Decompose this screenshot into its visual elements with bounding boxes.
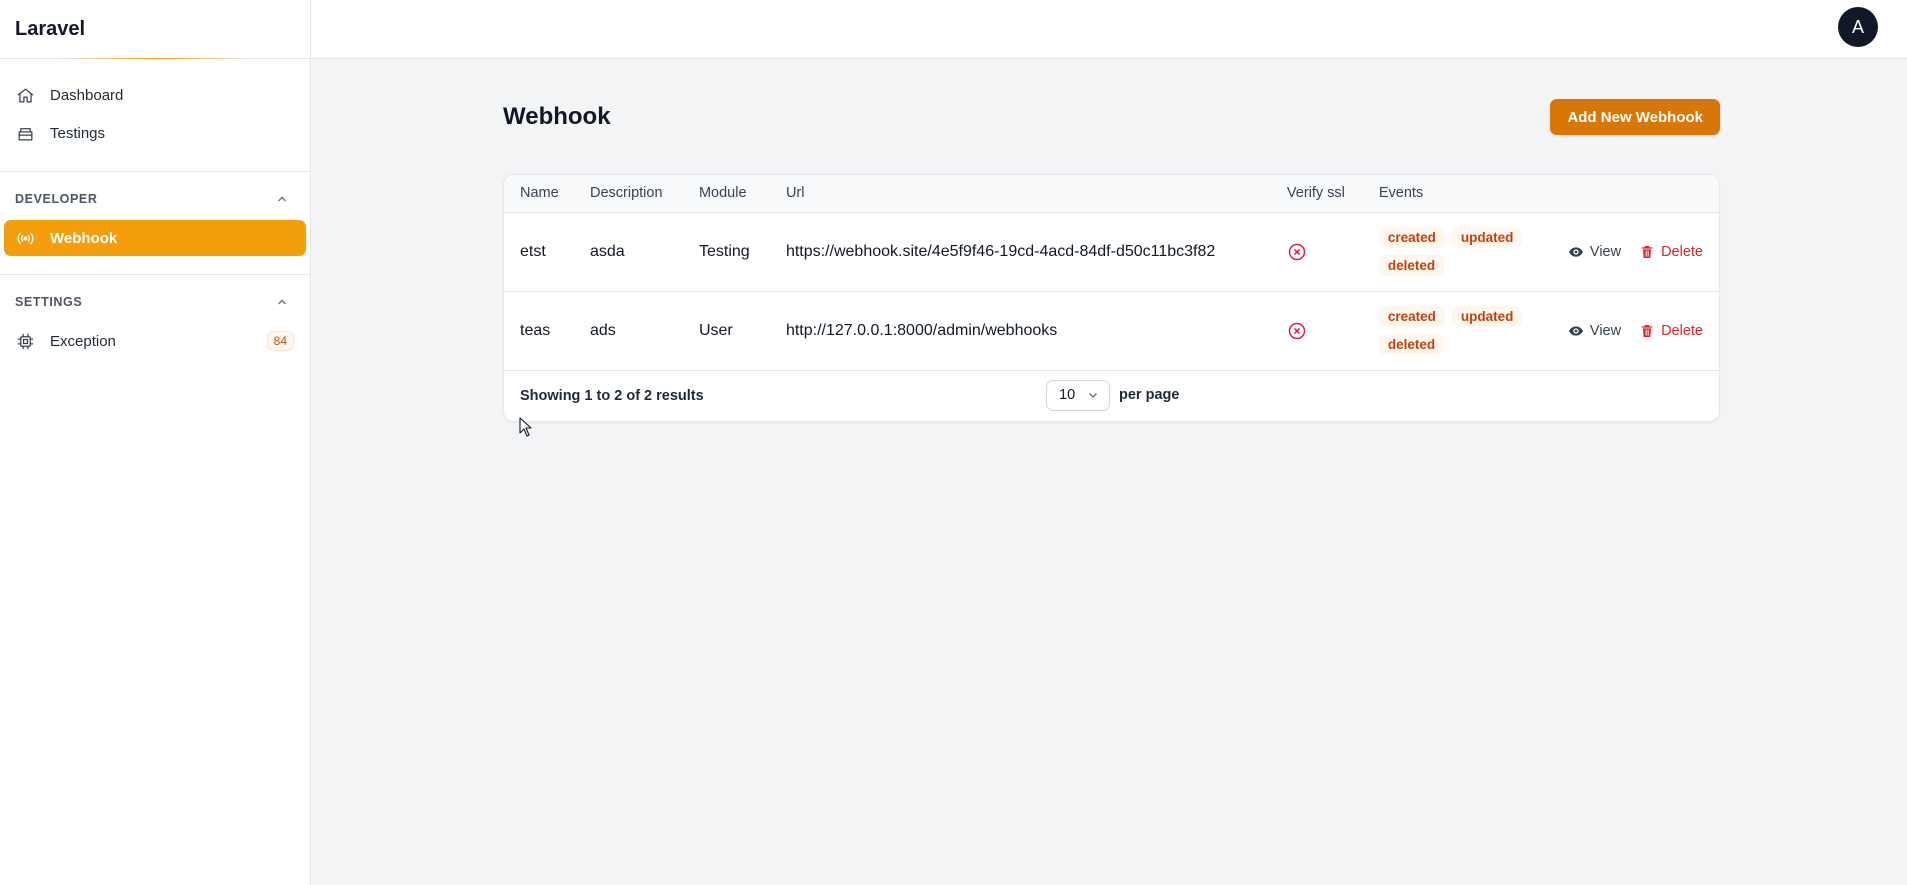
webhook-table-card: Name Description Module Url Verify ssl E… <box>503 174 1720 422</box>
cell-events: created updated deleted <box>1363 291 1552 370</box>
mouse-cursor-icon <box>519 417 532 437</box>
view-label: View <box>1589 322 1622 339</box>
trash-icon <box>1641 245 1653 258</box>
sidebar-item-label: Webhook <box>50 229 118 247</box>
column-header-name: Name <box>520 185 559 202</box>
column-header-verify-ssl: Verify ssl <box>1286 185 1345 202</box>
column-header-module: Module <box>698 185 747 202</box>
cell-events: created updated deleted <box>1363 212 1552 291</box>
view-label: View <box>1589 243 1622 260</box>
sidebar-item-exception[interactable]: Exception 84 <box>4 323 306 359</box>
box-icon <box>16 123 38 143</box>
event-tag: deleted <box>1378 255 1445 276</box>
cell-description: asda <box>589 242 625 260</box>
delete-label: Delete <box>1661 322 1703 339</box>
event-tag: created <box>1378 227 1445 248</box>
sidebar: Laravel Dashboard Testings DEVELOPER Web… <box>0 0 311 885</box>
cell-module: User <box>698 321 733 339</box>
cell-verify-ssl <box>1271 291 1363 370</box>
chevron-up-icon <box>278 196 286 202</box>
group-title: SETTINGS <box>15 295 83 309</box>
brand-logo[interactable]: Laravel <box>0 0 310 59</box>
brand-accent-line <box>60 58 250 59</box>
brand-name: Laravel <box>15 17 86 40</box>
per-page-value: 10 <box>1059 387 1076 403</box>
cell-name: etst <box>520 242 546 260</box>
sidebar-divider <box>0 274 310 275</box>
sidebar-item-dashboard[interactable]: Dashboard <box>4 77 306 113</box>
delete-button[interactable]: Delete <box>1639 323 1703 339</box>
results-summary: Showing 1 to 2 of 2 results <box>520 387 704 404</box>
sidebar-divider <box>0 171 310 172</box>
row-actions: View Delete <box>1568 244 1719 260</box>
table-row: teas ads User http://127.0.0.1:8000/admi… <box>504 291 1719 370</box>
page-title: Webhook <box>503 103 611 130</box>
sidebar-item-testings[interactable]: Testings <box>4 115 306 151</box>
page-header: Webhook Add New Webhook <box>503 99 1720 135</box>
x-circle-icon <box>1287 321 1363 341</box>
event-tag: updated <box>1451 227 1523 248</box>
chip-icon <box>16 331 38 351</box>
trash-icon <box>1641 324 1653 337</box>
column-header-description: Description <box>589 185 663 202</box>
column-header-events: Events <box>1378 185 1424 202</box>
count-badge: 84 <box>266 331 294 351</box>
view-button[interactable]: View <box>1568 323 1621 339</box>
per-page-label: per page <box>1119 387 1180 403</box>
cell-actions: View Delete <box>1552 291 1719 370</box>
cell-verify-ssl <box>1271 212 1363 291</box>
x-circle-icon <box>1287 242 1363 262</box>
events-list: created updated deleted <box>1378 227 1539 276</box>
row-actions: View Delete <box>1568 323 1719 339</box>
group-header-developer[interactable]: DEVELOPER <box>0 180 310 218</box>
cell-url: http://127.0.0.1:8000/admin/webhooks <box>785 321 1058 339</box>
sidebar-item-webhook[interactable]: Webhook <box>4 220 306 256</box>
eye-icon <box>1568 246 1583 257</box>
column-header-url: Url <box>785 185 805 202</box>
per-page-select[interactable]: 10 <box>1046 379 1110 411</box>
cell-module: Testing <box>698 242 750 260</box>
view-button[interactable]: View <box>1568 244 1621 260</box>
cell-name: teas <box>520 321 551 339</box>
topbar: A <box>311 0 1907 59</box>
events-list: created updated deleted <box>1378 306 1539 355</box>
signal-icon <box>16 228 38 248</box>
sidebar-item-label: Testings <box>50 124 106 142</box>
group-header-settings[interactable]: SETTINGS <box>0 283 310 321</box>
event-tag: updated <box>1451 306 1523 327</box>
group-title: DEVELOPER <box>15 192 98 206</box>
per-page-control: 10 per page <box>1046 379 1180 411</box>
chevron-up-icon <box>278 299 286 305</box>
add-webhook-button[interactable]: Add New Webhook <box>1550 99 1720 135</box>
sidebar-item-label: Exception <box>50 332 116 350</box>
event-tag: created <box>1378 306 1445 327</box>
table-header-row: Name Description Module Url Verify ssl E… <box>504 175 1719 212</box>
delete-label: Delete <box>1661 243 1703 260</box>
table-row: etst asda Testing https://webhook.site/4… <box>504 212 1719 291</box>
sidebar-nav: Dashboard Testings <box>0 59 310 163</box>
chevron-down-icon <box>1088 392 1098 399</box>
cell-description: ads <box>589 321 616 339</box>
main-content: Webhook Add New Webhook Name Description… <box>503 99 1720 422</box>
user-avatar[interactable]: A <box>1838 7 1878 47</box>
event-tag: deleted <box>1378 334 1445 355</box>
webhook-table: Name Description Module Url Verify ssl E… <box>504 175 1719 371</box>
column-header-actions <box>1552 175 1719 212</box>
home-icon <box>16 85 38 105</box>
pagination-bar: Showing 1 to 2 of 2 results 10 per page <box>504 371 1719 421</box>
cell-url: https://webhook.site/4e5f9f46-19cd-4acd-… <box>785 242 1216 260</box>
sidebar-item-label: Dashboard <box>50 86 124 104</box>
cell-actions: View Delete <box>1552 212 1719 291</box>
delete-button[interactable]: Delete <box>1639 244 1703 260</box>
eye-icon <box>1568 325 1583 336</box>
